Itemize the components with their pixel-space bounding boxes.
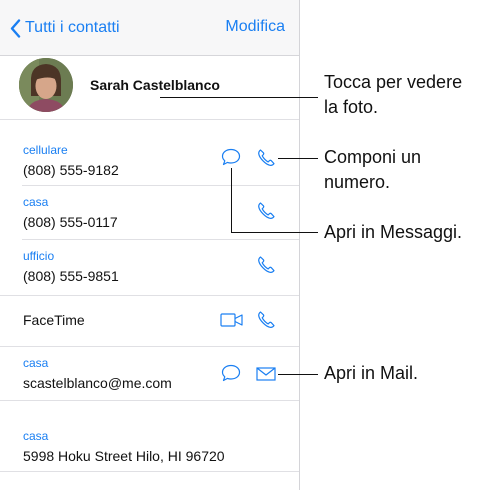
envelope-icon [256, 367, 276, 381]
divider [0, 295, 299, 296]
contact-avatar[interactable] [19, 58, 73, 112]
message-bubble-icon [221, 148, 241, 166]
callout-messages: Apri in Messaggi. [324, 222, 463, 242]
message-bubble-icon [221, 364, 241, 382]
callout-call-line1: Componi un [324, 147, 422, 167]
call-button[interactable] [256, 201, 276, 221]
street-address[interactable]: 5998 Hoku Street Hilo, HI 96720 [23, 448, 225, 464]
phone-icon [258, 256, 275, 273]
phone-icon [258, 202, 275, 219]
callout-line-messages-vertical [231, 168, 232, 232]
email-label-casa: casa [23, 356, 49, 370]
callout-line-photo [160, 97, 318, 98]
mail-button[interactable] [256, 367, 276, 381]
callout-photo-line1: Tocca per vedere [324, 72, 463, 92]
facetime-label: FaceTime [23, 312, 85, 328]
video-camera-icon [220, 313, 243, 327]
phone-icon [258, 311, 275, 328]
divider [0, 346, 299, 347]
callout-photo-line2: la foto. [324, 97, 379, 117]
divider [0, 471, 299, 472]
phone-number-cellulare[interactable]: (808) 555-9182 [23, 162, 119, 178]
divider [0, 400, 299, 401]
callout-line-mail [278, 374, 318, 375]
callout-line-messages [231, 232, 318, 233]
call-button[interactable] [256, 255, 276, 275]
email-address[interactable]: scastelblanco@me.com [23, 375, 172, 391]
contact-card-screen: Tutti i contatti Modifica Sarah Castelbl… [0, 0, 300, 490]
call-button[interactable] [256, 148, 276, 168]
divider [0, 119, 299, 120]
back-button-label: Tutti i contatti [25, 19, 120, 36]
contact-name: Sarah Castelblanco [90, 77, 220, 93]
callout-line-call [278, 158, 318, 159]
back-to-contacts-button[interactable]: Tutti i contatti [10, 16, 120, 40]
divider [22, 185, 299, 186]
callout-call-line2: numero. [324, 172, 391, 192]
phone-label-ufficio: ufficio [23, 249, 55, 263]
address-label-casa: casa [23, 429, 49, 443]
facetime-audio-button[interactable] [256, 310, 276, 330]
phone-icon [258, 149, 275, 166]
divider [22, 239, 299, 240]
phone-label-cellulare: cellulare [23, 143, 68, 157]
chevron-left-icon [10, 18, 21, 38]
phone-number-casa[interactable]: (808) 555-0117 [23, 214, 118, 230]
contact-header: Sarah Castelblanco [0, 56, 299, 118]
edit-button[interactable]: Modifica [225, 18, 285, 36]
callout-mail: Apri in Mail. [324, 363, 419, 383]
message-button[interactable] [221, 148, 241, 166]
phone-label-casa: casa [23, 195, 49, 209]
navigation-bar: Tutti i contatti Modifica [0, 0, 299, 56]
facetime-video-button[interactable] [220, 312, 244, 328]
phone-number-ufficio[interactable]: (808) 555-9851 [23, 268, 119, 284]
message-button[interactable] [221, 364, 241, 382]
